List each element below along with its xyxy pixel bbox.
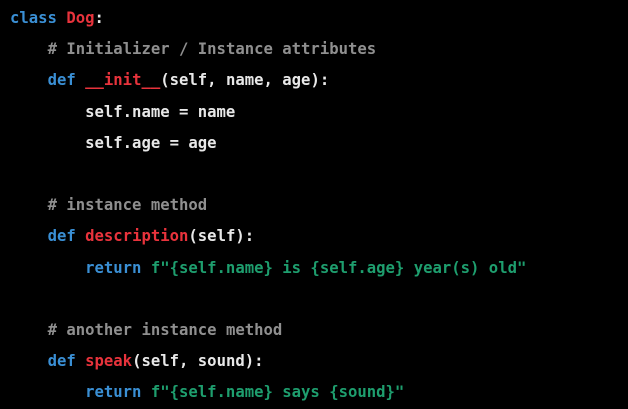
code-token-name: speak <box>85 352 133 371</box>
code-line: # another instance method <box>10 315 283 346</box>
code-token-name: Dog <box>66 9 95 27</box>
code-line: # instance method <box>10 190 208 221</box>
code-token-name: __init__ <box>85 71 161 90</box>
code-token-string: f"{self.name} says {sound}" <box>150 383 405 402</box>
code-token-keyword: class <box>10 9 67 27</box>
code-token-plain: (self): <box>188 227 255 246</box>
code-token-plain: (self, name, age): <box>160 71 330 90</box>
code-token-comment: # instance method <box>47 196 208 215</box>
code-token-plain: self.age = age <box>85 133 217 152</box>
code-line: def description(self): <box>10 221 255 252</box>
code-token-keyword: return <box>85 258 151 277</box>
code-line: class Dog: <box>10 3 104 34</box>
code-token-comment: # another instance method <box>47 321 283 339</box>
code-editor-panel: class Dog: # Initializer / Instance attr… <box>0 0 628 409</box>
code-token-plain: : <box>94 9 104 27</box>
code-line: self.name = name <box>10 97 235 128</box>
code-token-plain: (self, sound): <box>132 352 264 371</box>
code-token-keyword: return <box>85 383 151 402</box>
code-line: return f"{self.name} is {self.age} year(… <box>10 253 526 284</box>
code-line: # Initializer / Instance attributes <box>10 34 377 65</box>
code-token-keyword: def <box>47 71 86 90</box>
code-line: def speak(self, sound): <box>10 346 264 377</box>
code-token-keyword: def <box>47 352 86 371</box>
code-token-name: description <box>85 227 189 246</box>
code-line: self.age = age <box>10 128 217 159</box>
code-token-keyword: def <box>47 227 86 246</box>
code-line: return f"{self.name} says {sound}" <box>10 377 404 408</box>
code-token-string: f"{self.name} is {self.age} year(s) old" <box>150 258 527 277</box>
code-token-plain: self.name = name <box>85 102 236 121</box>
code-line: def __init__(self, name, age): <box>10 65 330 96</box>
code-token-comment: # Initializer / Instance attributes <box>47 40 377 59</box>
